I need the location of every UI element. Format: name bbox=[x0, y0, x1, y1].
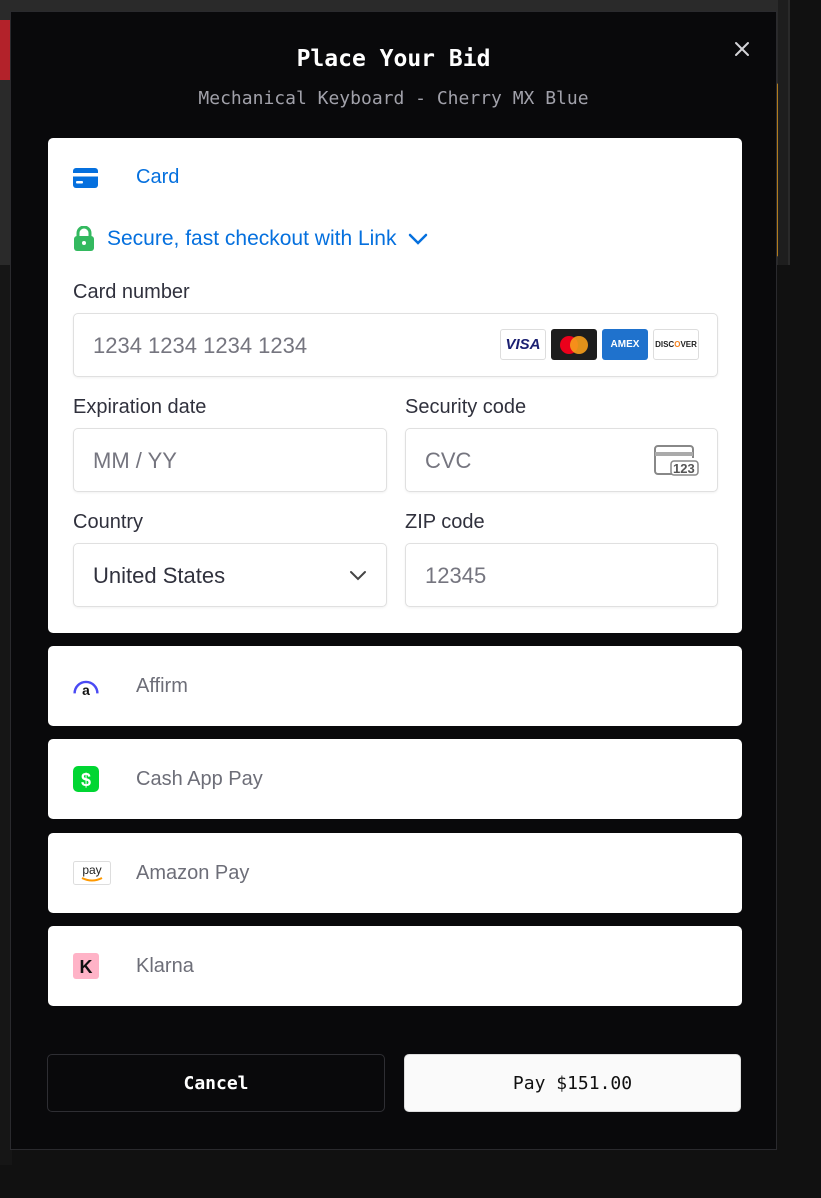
expiration-field[interactable]: MM / YY bbox=[73, 428, 387, 492]
security-code-placeholder: CVC bbox=[425, 448, 472, 473]
security-code-label: Security code bbox=[405, 396, 527, 418]
amex-icon: AMEX bbox=[602, 329, 648, 360]
modal-title: Place Your Bid bbox=[296, 46, 491, 72]
background-content bbox=[778, 0, 788, 265]
cvc-icon: 123 bbox=[653, 444, 699, 476]
tab-card[interactable]: Card bbox=[73, 166, 179, 189]
zip-code-placeholder: 12345 bbox=[425, 563, 487, 588]
card-payment-panel: Card Secure, fast checkout with Link Car… bbox=[48, 138, 742, 633]
method-label: Klarna bbox=[136, 954, 194, 977]
card-number-field[interactable]: 1234 1234 1234 1234 VISA AMEX DISC O VER bbox=[73, 313, 718, 377]
tab-card-label: Card bbox=[136, 166, 180, 188]
zip-code-label: ZIP code bbox=[405, 511, 485, 533]
chevron-down-icon bbox=[409, 233, 428, 245]
svg-text:K: K bbox=[80, 957, 93, 977]
mastercard-icon bbox=[551, 329, 597, 360]
svg-text:pay: pay bbox=[82, 863, 101, 877]
expiration-placeholder: MM / YY bbox=[93, 448, 177, 473]
method-label: Affirm bbox=[136, 674, 188, 697]
cancel-button[interactable]: Cancel bbox=[47, 1054, 385, 1112]
payment-method-amazon-pay[interactable]: pay Amazon Pay bbox=[48, 833, 742, 913]
bid-modal: Place Your Bid Mechanical Keyboard - Che… bbox=[10, 11, 777, 1150]
klarna-icon: K bbox=[73, 953, 99, 979]
amazon-pay-icon: pay bbox=[73, 860, 111, 886]
modal-subtitle: Mechanical Keyboard - Cherry MX Blue bbox=[198, 88, 589, 109]
pay-button[interactable]: Pay $151.00 bbox=[404, 1054, 741, 1112]
country-select[interactable]: United States bbox=[73, 543, 387, 607]
lock-icon bbox=[74, 226, 94, 251]
credit-card-icon bbox=[73, 167, 98, 188]
country-value: United States bbox=[93, 563, 226, 588]
affirm-icon: a bbox=[73, 673, 99, 699]
payment-method-klarna[interactable]: K Klarna bbox=[48, 926, 742, 1006]
payment-method-affirm[interactable]: a Affirm bbox=[48, 646, 742, 726]
card-number-label: Card number bbox=[73, 281, 190, 303]
card-number-placeholder: 1234 1234 1234 1234 bbox=[93, 333, 308, 358]
link-checkout-toggle[interactable]: Secure, fast checkout with Link bbox=[73, 226, 428, 251]
cash-app-icon: $ bbox=[73, 766, 99, 792]
payment-method-cash-app[interactable]: $ Cash App Pay bbox=[48, 739, 742, 819]
chevron-down-icon bbox=[350, 571, 366, 581]
cvc-icon-text: 123 bbox=[673, 461, 695, 476]
zip-code-field[interactable]: 12345 bbox=[405, 543, 718, 607]
close-button[interactable] bbox=[729, 36, 755, 62]
discover-icon: DISC O VER bbox=[653, 329, 699, 360]
card-brands: VISA AMEX DISC O VER bbox=[500, 329, 699, 360]
security-code-field[interactable]: CVC 123 bbox=[405, 428, 718, 492]
method-label: Cash App Pay bbox=[136, 767, 263, 790]
svg-text:$: $ bbox=[81, 770, 91, 790]
svg-text:a: a bbox=[82, 682, 90, 698]
expiration-label: Expiration date bbox=[73, 396, 207, 418]
close-icon bbox=[735, 42, 749, 56]
method-label: Amazon Pay bbox=[136, 861, 250, 884]
link-checkout-text: Secure, fast checkout with Link bbox=[107, 226, 397, 250]
visa-icon: VISA bbox=[500, 329, 546, 360]
country-label: Country bbox=[73, 511, 144, 533]
